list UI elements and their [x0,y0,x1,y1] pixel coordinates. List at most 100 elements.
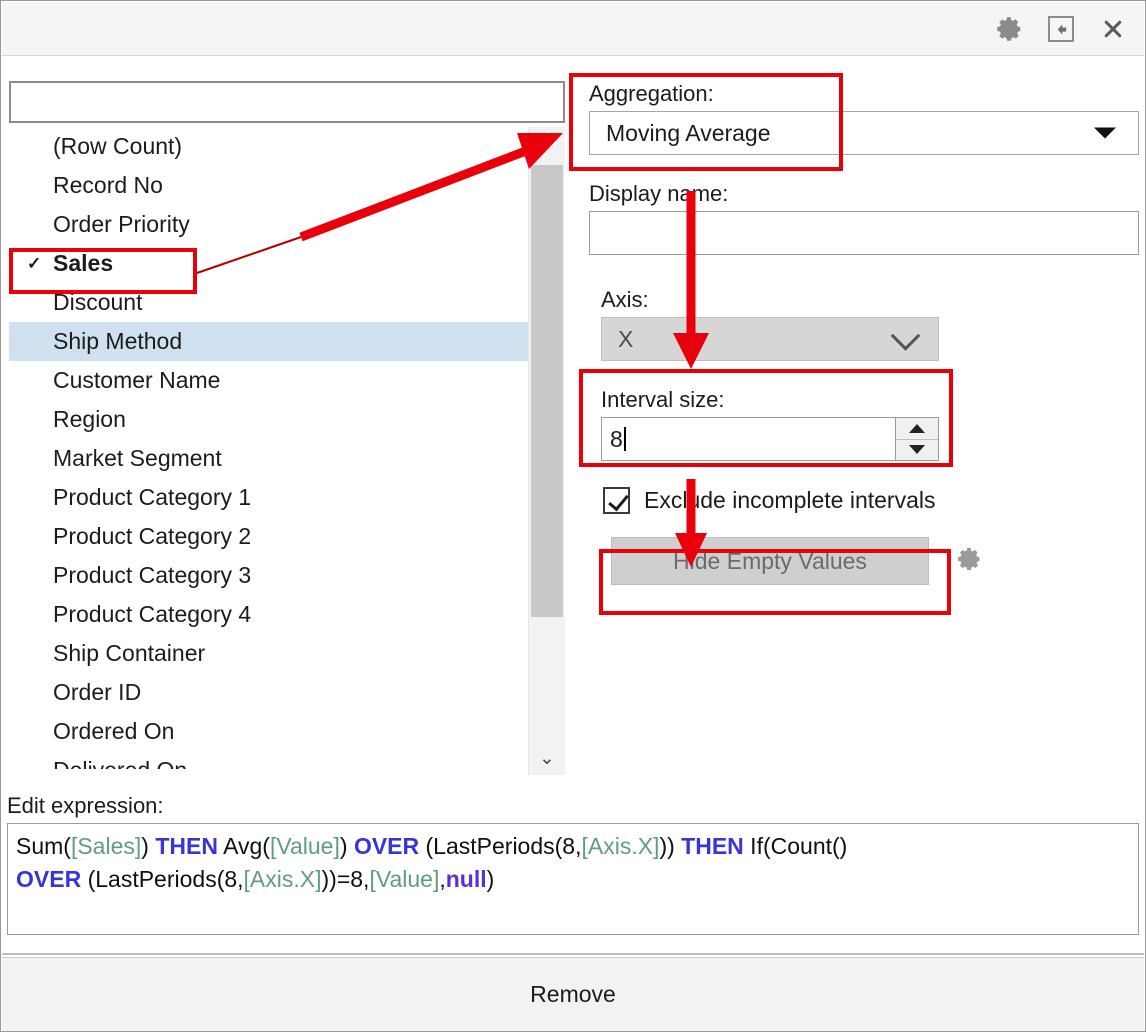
list-item-label: Ship Container [53,640,206,666]
list-item[interactable]: Order Priority [9,205,529,244]
list-item-label: Customer Name [53,367,221,393]
list-item[interactable]: ✓ Sales [9,244,529,283]
interval-size-stepper[interactable]: 8 [601,417,939,461]
aggregation-value: Moving Average [606,119,771,146]
interval-size-label: Interval size: [601,387,725,412]
list-item-label: Record No [53,172,163,198]
list-item-label: Product Category 4 [53,601,252,627]
list-item-label: Product Category 2 [53,523,252,549]
stepper-decrement-button[interactable] [896,439,938,460]
hide-empty-values-row: Hide Empty Values [611,537,983,585]
list-item[interactable]: Order ID [9,673,529,712]
chevron-down-icon [890,321,921,351]
expression-token: ) [339,833,354,859]
list-item[interactable]: Discount [9,283,529,322]
list-item[interactable]: Market Segment [9,439,529,478]
list-item-label: Region [53,406,126,432]
expression-token: [Axis.X] [581,833,660,859]
list-item[interactable]: (Row Count) [9,127,529,166]
list-item-label: Ordered On [53,718,175,744]
scrollbar-thumb[interactable] [531,165,563,617]
gear-icon[interactable] [955,545,983,578]
list-item-label: Product Category 1 [53,484,252,510]
close-icon [1100,16,1126,42]
list-item-label: Ship Method [53,328,183,354]
close-window-button[interactable] [1096,12,1130,46]
list-item-label: (Row Count) [53,133,183,159]
expression-token: [Sales] [70,833,142,859]
dock-left-icon [1048,16,1074,42]
list-item[interactable]: Ordered On [9,712,529,751]
list-item-label: Product Category 3 [53,562,252,588]
list-item[interactable]: Delivered On [9,751,529,769]
list-item[interactable]: Product Category 4 [9,595,529,634]
expression-token: OVER [16,866,82,892]
expression-token: null [445,866,487,892]
column-chooser: (Row Count) Record No Order Priority ✓ Sales… [9,81,565,781]
hide-empty-values-button[interactable]: Hide Empty Values [611,537,929,585]
edit-expression-label: Edit expression: [7,793,164,818]
exclude-incomplete-label: Exclude incomplete intervals [644,487,936,513]
stepper-buttons[interactable] [895,418,938,460]
display-name-input[interactable] [589,211,1139,255]
expression-token: [Axis.X] [243,866,322,892]
expression-token: THEN [155,833,218,859]
text-cursor [623,427,626,451]
list-item[interactable]: Product Category 3 [9,556,529,595]
expression-token: (LastPeriods(8, [81,866,244,892]
window-titlebar [2,2,1144,56]
gear-icon [994,14,1024,44]
expression-token: ) [141,833,156,859]
aggregation-settings-window: (Row Count) Record No Order Priority ✓ Sales… [0,0,1146,1032]
scroll-down-arrow-icon[interactable]: ⌄ [529,741,565,775]
column-list[interactable]: (Row Count) Record No Order Priority ✓ Sales… [9,127,565,775]
footer-divider [2,953,1144,955]
list-item-label: Sales [53,250,114,276]
list-item[interactable]: Customer Name [9,361,529,400]
list-item[interactable]: Ship Container [9,634,529,673]
aggregation-dropdown[interactable]: Moving Average [589,111,1139,155]
list-item[interactable]: Product Category 1 [9,478,529,517]
remove-button[interactable]: Remove [2,957,1144,1031]
expression-token: [Value] [369,866,440,892]
exclude-incomplete-intervals-row[interactable]: Exclude incomplete intervals [603,487,935,514]
stepper-increment-button[interactable] [896,418,938,440]
expression-token: [Value] [269,833,340,859]
triangle-up-icon [909,423,925,433]
list-item[interactable]: Product Category 2 [9,517,529,556]
settings-gear-button[interactable] [992,12,1026,46]
expression-line-2: OVER (LastPeriods(8,[Axis.X]))=8,[Value]… [16,863,1130,896]
scroll-up-arrow-icon[interactable]: ⌃ [529,127,565,161]
exclude-incomplete-checkbox[interactable] [603,487,630,514]
list-item-label: Market Segment [53,445,222,471]
expression-token: ))=8, [321,866,370,892]
axis-dropdown[interactable]: X [601,317,939,361]
list-item[interactable]: Region [9,400,529,439]
list-item[interactable]: Record No [9,166,529,205]
expression-token: Sum( [16,833,71,859]
settings-panel: Aggregation: Moving Average Display name… [579,75,1139,635]
expression-token: If(Count() [743,833,848,859]
axis-label: Axis: [601,287,649,312]
list-item-label: Delivered On [53,757,187,769]
dock-panel-button[interactable] [1044,12,1078,46]
list-item-label: Order ID [53,679,142,705]
expression-editor[interactable]: Sum([Sales]) THEN Avg([Value]) OVER (Las… [7,823,1139,935]
axis-value: X [618,325,634,352]
expression-token: )) [659,833,682,859]
display-name-label: Display name: [589,181,729,206]
list-item-label: Discount [53,289,143,315]
expression-line-1: Sum([Sales]) THEN Avg([Value]) OVER (Las… [16,830,1130,863]
expression-token: OVER [353,833,420,859]
column-list-scrollbar[interactable]: ⌃ ⌄ [528,127,565,775]
expression-token: (LastPeriods(8, [419,833,582,859]
list-item-label: Order Priority [53,211,190,237]
expression-token: Avg( [217,833,270,859]
check-icon: ✓ [27,254,42,273]
titlebar-icon-group [992,12,1130,46]
search-input[interactable] [9,81,565,123]
interval-size-value: 8 [610,425,623,452]
list-item[interactable]: Ship Method [9,322,529,361]
aggregation-label: Aggregation: [589,81,714,106]
expression-token: THEN [681,833,744,859]
